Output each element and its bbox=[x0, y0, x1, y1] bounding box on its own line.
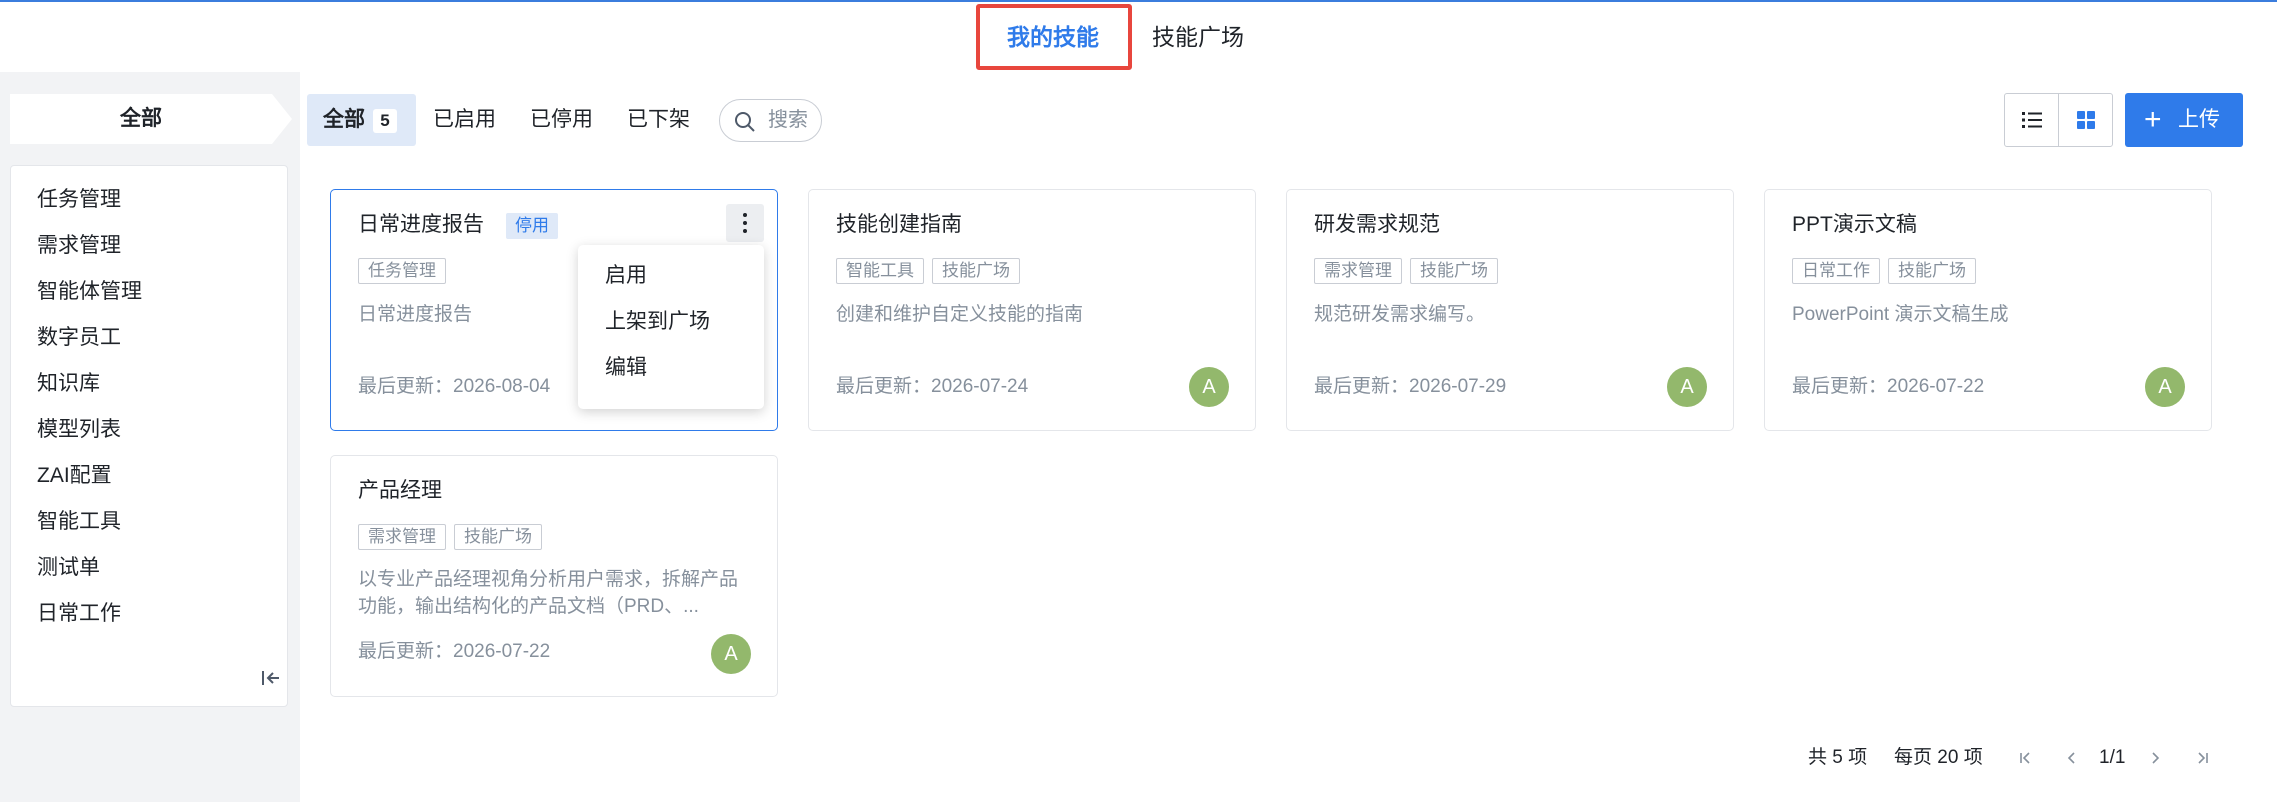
sidebar-header-label: 全部 bbox=[120, 107, 162, 130]
sidebar-header-all[interactable]: 全部 bbox=[10, 94, 292, 144]
menu-item-edit[interactable]: 编辑 bbox=[605, 353, 647, 383]
sidebar-item-agent-management[interactable]: 智能体管理 bbox=[37, 278, 142, 306]
last-page-icon[interactable] bbox=[2193, 749, 2211, 767]
last-updated: 最后更新：2026-07-22 bbox=[358, 641, 551, 662]
sidebar-item-test-order[interactable]: 测试单 bbox=[37, 554, 100, 582]
card-title: 技能创建指南 bbox=[836, 213, 962, 236]
card-description: 以专业产品经理视角分析用户需求，拆解产品功能，输出结构化的产品文档（PRD、..… bbox=[358, 569, 739, 617]
card-title: PPT演示文稿 bbox=[1792, 213, 1917, 236]
more-options-button[interactable] bbox=[726, 204, 764, 242]
search-icon bbox=[735, 112, 755, 132]
sidebar-item-daily-work[interactable]: 日常工作 bbox=[37, 600, 121, 628]
view-toggle-group bbox=[2004, 93, 2113, 147]
plus-icon: + bbox=[2144, 103, 2162, 136]
last-updated: 最后更新：2026-08-04 bbox=[358, 376, 551, 397]
card-description: 创建和维护自定义技能的指南 bbox=[836, 304, 1084, 325]
last-updated: 最后更新：2026-07-29 bbox=[1314, 376, 1507, 397]
avatar: A bbox=[711, 634, 751, 674]
last-updated: 最后更新：2026-07-24 bbox=[836, 376, 1029, 397]
tag: 技能广场 bbox=[932, 258, 1020, 284]
sidebar-item-model-list[interactable]: 模型列表 bbox=[37, 416, 121, 444]
skill-card[interactable]: 研发需求规范 需求管理 技能广场 规范研发需求编写。 最后更新：2026-07-2… bbox=[1286, 189, 1734, 431]
tag: 日常工作 bbox=[1792, 258, 1880, 284]
more-dot bbox=[743, 213, 747, 217]
card-tags: 需求管理 技能广场 bbox=[358, 524, 550, 550]
filter-tab-all-label: 全部 bbox=[323, 108, 365, 131]
filter-tab-delisted[interactable]: 已下架 bbox=[627, 94, 690, 146]
tag: 智能工具 bbox=[836, 258, 924, 284]
card-tags: 任务管理 bbox=[358, 258, 454, 284]
card-tags: 需求管理 技能广场 bbox=[1314, 258, 1506, 284]
tag: 技能广场 bbox=[454, 524, 542, 550]
pagination-total: 共 5 项 bbox=[1808, 747, 1868, 768]
upload-label: 上传 bbox=[2178, 108, 2220, 131]
prev-page-icon[interactable] bbox=[2063, 749, 2081, 767]
skill-card[interactable]: 技能创建指南 智能工具 技能广场 创建和维护自定义技能的指南 最后更新：2026-… bbox=[808, 189, 1256, 431]
card-context-menu: 启用 上架到广场 编辑 bbox=[578, 245, 764, 409]
search-placeholder: 搜索 bbox=[768, 109, 808, 131]
grid-view-button[interactable] bbox=[2059, 94, 2113, 146]
menu-item-enable[interactable]: 启用 bbox=[605, 261, 647, 291]
card-description: PowerPoint 演示文稿生成 bbox=[1792, 304, 2009, 325]
tag: 需求管理 bbox=[358, 524, 446, 550]
count-badge: 5 bbox=[373, 109, 397, 133]
grid-view-icon bbox=[2077, 111, 2095, 129]
card-title: 研发需求规范 bbox=[1314, 213, 1440, 236]
sidebar-item-zai-config[interactable]: ZAI配置 bbox=[37, 462, 112, 490]
filter-tab-all[interactable]: 全部 5 bbox=[307, 94, 416, 146]
more-dot bbox=[743, 221, 747, 225]
collapse-sidebar-icon[interactable] bbox=[259, 666, 283, 690]
sidebar-list: 任务管理 需求管理 智能体管理 数字员工 知识库 模型列表 ZAI配置 智能工具… bbox=[10, 165, 288, 707]
last-updated: 最后更新：2026-07-22 bbox=[1792, 376, 1985, 397]
tag: 技能广场 bbox=[1888, 258, 1976, 284]
sidebar-item-requirement-management[interactable]: 需求管理 bbox=[37, 232, 121, 260]
next-page-icon[interactable] bbox=[2146, 749, 2164, 767]
upload-button[interactable]: + 上传 bbox=[2125, 93, 2243, 147]
card-tags: 日常工作 技能广场 bbox=[1792, 258, 1984, 284]
filter-tab-disabled[interactable]: 已停用 bbox=[530, 94, 593, 146]
more-dot bbox=[743, 229, 747, 233]
sidebar-item-smart-tools[interactable]: 智能工具 bbox=[37, 508, 121, 536]
menu-item-publish-to-plaza[interactable]: 上架到广场 bbox=[605, 307, 710, 337]
filter-tab-enabled[interactable]: 已启用 bbox=[433, 94, 496, 146]
tag: 技能广场 bbox=[1410, 258, 1498, 284]
tag: 任务管理 bbox=[358, 258, 446, 284]
avatar: A bbox=[1667, 367, 1707, 407]
tag: 需求管理 bbox=[1314, 258, 1402, 284]
sidebar-item-digital-employee[interactable]: 数字员工 bbox=[37, 324, 121, 352]
pagination-current-page: 1/1 bbox=[2099, 747, 2126, 768]
list-view-icon bbox=[2022, 112, 2042, 128]
highlight-box bbox=[976, 4, 1132, 70]
sidebar-item-task-management[interactable]: 任务管理 bbox=[37, 186, 121, 214]
sidebar-item-knowledge-base[interactable]: 知识库 bbox=[37, 370, 100, 398]
card-title: 日常进度报告 bbox=[358, 213, 484, 236]
first-page-icon[interactable] bbox=[2017, 749, 2035, 767]
top-nav bbox=[0, 0, 2277, 72]
avatar: A bbox=[2145, 367, 2185, 407]
avatar: A bbox=[1189, 367, 1229, 407]
card-tags: 智能工具 技能广场 bbox=[836, 258, 1028, 284]
tab-skill-plaza[interactable]: 技能广场 bbox=[1152, 22, 1244, 52]
skill-card[interactable]: PPT演示文稿 日常工作 技能广场 PowerPoint 演示文稿生成 最后更新：… bbox=[1764, 189, 2212, 431]
card-title: 产品经理 bbox=[358, 479, 442, 502]
skill-card[interactable]: 产品经理 需求管理 技能广场 以专业产品经理视角分析用户需求，拆解产品功能，输出结… bbox=[330, 455, 778, 697]
status-badge: 停用 bbox=[506, 213, 558, 239]
list-view-button[interactable] bbox=[2005, 94, 2059, 146]
card-description: 规范研发需求编写。 bbox=[1314, 304, 1486, 325]
search-input[interactable]: 搜索 bbox=[719, 99, 822, 142]
pagination-page-size[interactable]: 每页 20 项 bbox=[1894, 745, 1983, 771]
